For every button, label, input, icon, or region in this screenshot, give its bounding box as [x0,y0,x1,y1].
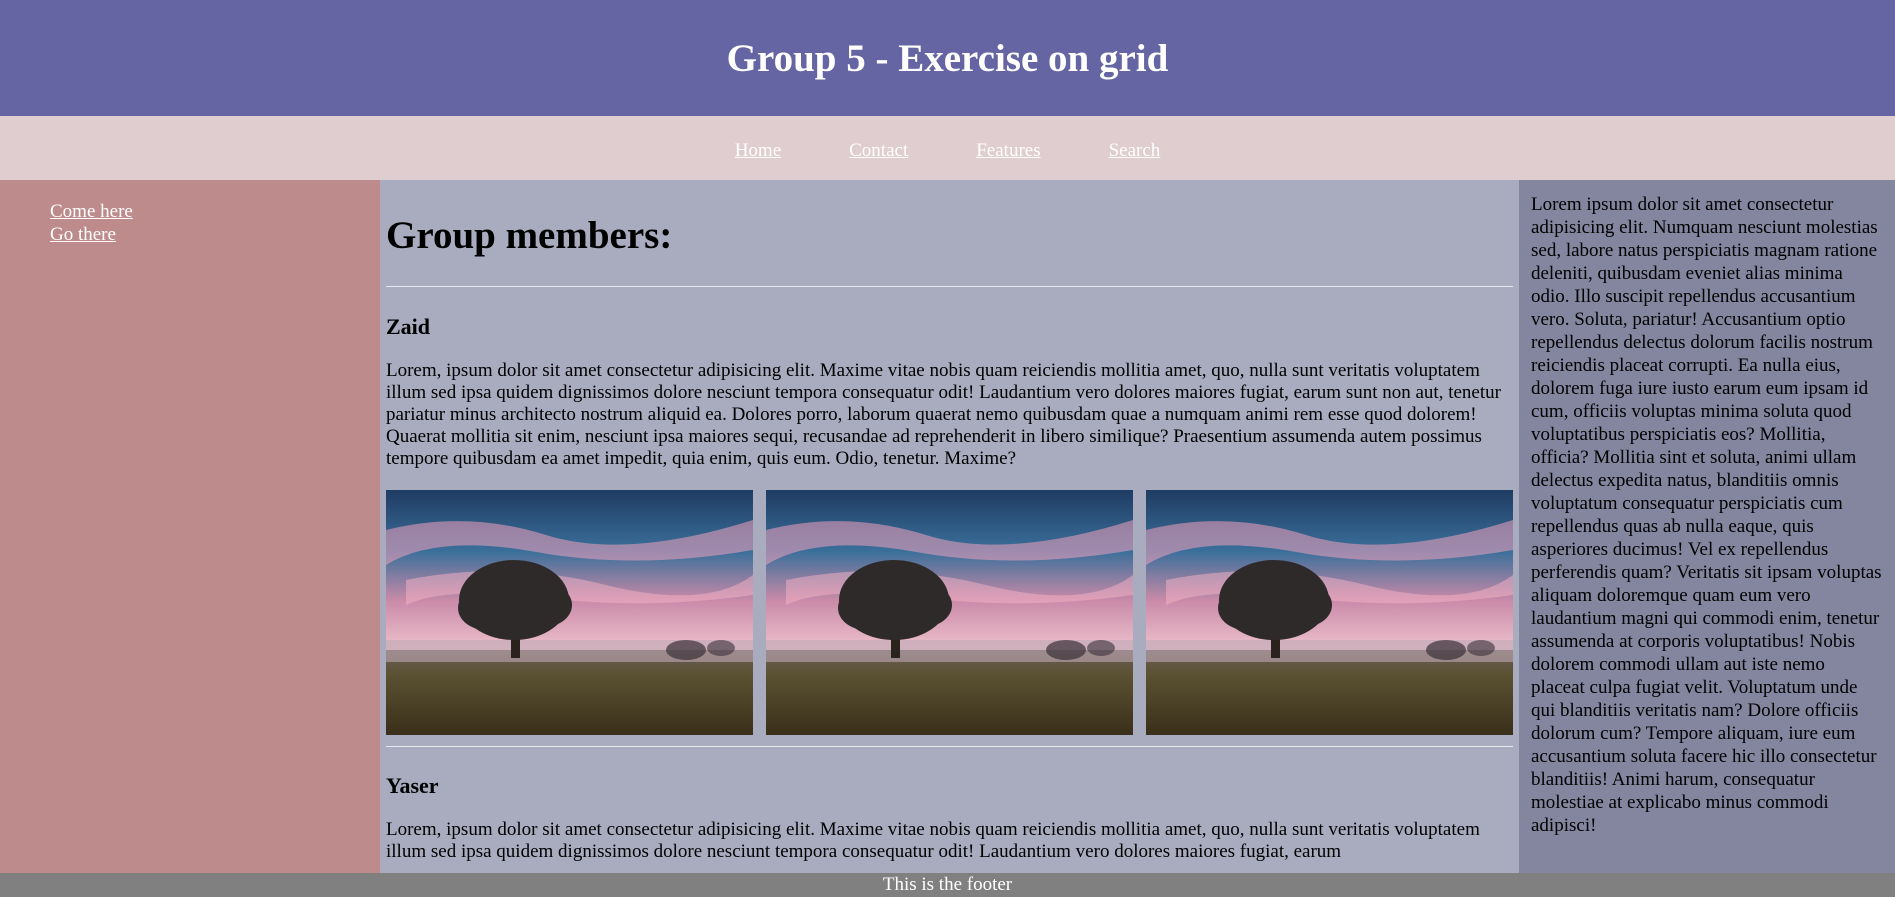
divider [386,746,1513,747]
right-sidebar-text: Lorem ipsum dolor sit amet consectetur a… [1531,194,1882,836]
nav-link-features[interactable]: Features [976,140,1040,162]
tree-landscape-photo [386,490,753,735]
nav-link-home[interactable]: Home [735,140,781,162]
main-content: Group members: Zaid Lorem, ipsum dolor s… [380,180,1519,873]
tree-landscape-photo [766,490,1133,735]
tree-landscape-image [386,490,753,735]
sidebar-link-come-here[interactable]: Come here [50,200,380,223]
nav-link-contact[interactable]: Contact [849,140,908,162]
tree-landscape-photo [1146,490,1513,735]
section-title: Group members: [386,214,673,257]
tree-landscape-image [1146,490,1513,735]
footer-text: This is the footer [882,874,1013,895]
sidebar-link-go-there[interactable]: Go there [50,223,380,246]
top-nav: Home Contact Features Search [0,116,1895,180]
left-sidebar: Come here Go there [0,180,380,873]
member-bio-yaser: Lorem, ipsum dolor sit amet consectetur … [386,819,1480,862]
divider [386,286,1513,287]
photo-gallery [386,490,1513,735]
member-name-zaid: Zaid [386,314,431,339]
page-title: Group 5 - Exercise on grid [726,36,1169,80]
nav-link-search[interactable]: Search [1109,140,1161,162]
right-sidebar: Lorem ipsum dolor sit amet consectetur a… [1519,180,1895,873]
page-footer: This is the footer [0,873,1895,897]
member-bio-zaid: Lorem, ipsum dolor sit amet consectetur … [386,360,1501,469]
member-name-yaser: Yaser [386,773,439,798]
page-header: Group 5 - Exercise on grid [0,0,1895,116]
tree-landscape-image [766,490,1133,735]
